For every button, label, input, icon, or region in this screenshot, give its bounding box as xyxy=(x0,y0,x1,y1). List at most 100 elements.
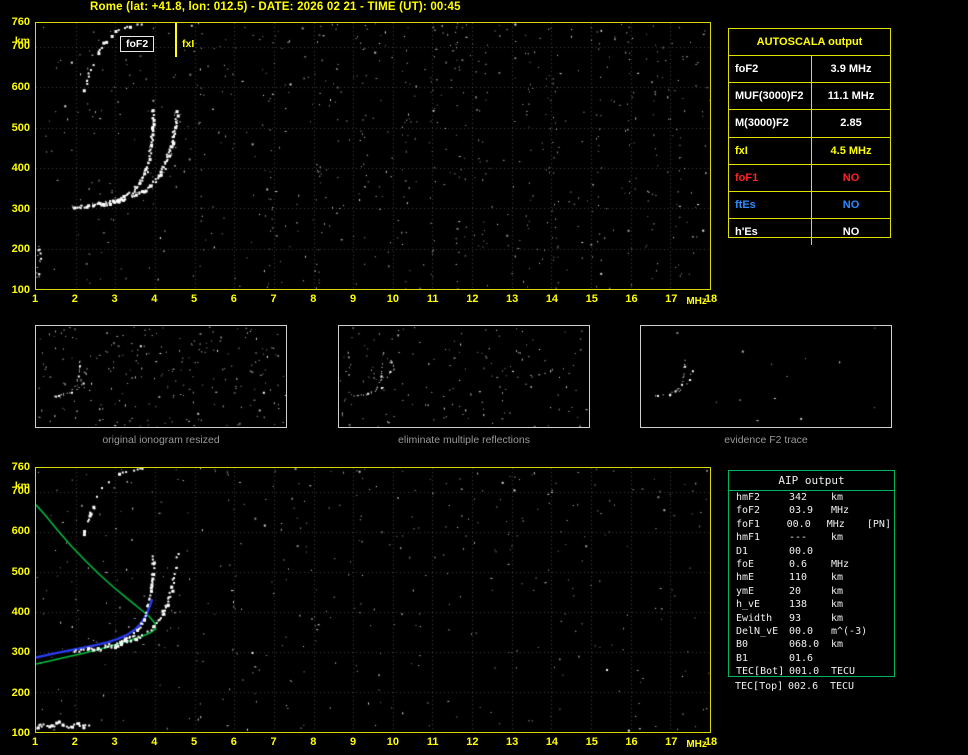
y-axis-tick-bottom: 500 xyxy=(11,565,30,578)
aip-label-hve: h_vE xyxy=(736,599,761,611)
aip-unit-fof2: MHz xyxy=(831,505,850,517)
aip-unit-fof1: MHz xyxy=(826,518,845,530)
autoscala-param-name: ftEs xyxy=(729,191,812,219)
panel-evidence-f2-trace xyxy=(640,325,892,428)
aip-extra-ewidth xyxy=(873,612,894,625)
x-axis-tick-main: 16 xyxy=(625,293,638,305)
x-axis-tick-bottom: 9 xyxy=(350,736,357,748)
aip-unit-tectop: TECU xyxy=(830,681,855,692)
aip-unit-yme: km xyxy=(831,585,844,597)
aip-unit-d1 xyxy=(831,545,873,558)
aip-row-hve: h_vE 138 km xyxy=(729,598,894,611)
aip-label-foe: foE xyxy=(736,558,755,570)
aip-label-tecbot: TEC[Bot] xyxy=(736,666,785,678)
aip-label-ewidth: Ewidth xyxy=(736,612,773,624)
aip-unit-hve: km xyxy=(831,599,844,611)
autoscala-output-screen: Rome (lat: +41.8, lon: 012.5) - DATE: 20… xyxy=(0,0,968,755)
x-axis-tick-main: 12 xyxy=(466,293,479,305)
x-axis-tick-main: 3 xyxy=(111,293,118,305)
aip-extra-tectop xyxy=(872,680,895,693)
x-axis-tick-bottom: 7 xyxy=(270,736,277,748)
x-axis-tick-bottom: 14 xyxy=(545,736,559,748)
autoscala-param-value: NO xyxy=(842,198,860,211)
profile-ionogram-plot xyxy=(35,467,711,733)
panel-original-canvas xyxy=(36,326,286,427)
aip-value-fof1: 00.0 xyxy=(786,518,811,530)
x-axis-tick-bottom: 17 xyxy=(665,736,678,748)
y-axis-tick-bottom: 300 xyxy=(11,646,30,659)
aip-table-header: AIP output xyxy=(729,471,894,491)
aip-label-fof2: foF2 xyxy=(736,505,761,517)
aip-value-yme: 20 xyxy=(789,585,802,597)
aip-label-yme: ymE xyxy=(736,585,755,597)
y-axis-tick-bottom: 760 xyxy=(11,461,30,473)
x-axis-tick-main: 7 xyxy=(270,293,277,305)
x-axis-tick-bottom: 10 xyxy=(386,736,399,748)
y-axis-tick-main: 760 xyxy=(11,16,30,28)
autoscala-param-name: M(3000)F2 xyxy=(729,110,812,137)
page-title: Rome (lat: +41.8, lon: 012.5) - DATE: 20… xyxy=(90,1,461,13)
foF2-trace-label: foF2 xyxy=(120,36,155,52)
aip-extra-delnve xyxy=(873,625,894,638)
autoscala-param-name: MUF(3000)F2 xyxy=(729,83,812,110)
aip-unit-b0: km xyxy=(831,639,844,651)
panel-eliminate-reflections xyxy=(338,325,590,428)
y-axis-tick-main: 200 xyxy=(11,243,30,256)
aip-value-foe: 0.6 xyxy=(789,558,808,570)
autoscala-row-fof1: foF1 NO xyxy=(729,164,890,192)
x-axis-tick-main: 6 xyxy=(230,293,237,305)
aip-label-b0: B0 xyxy=(736,639,749,651)
aip-extra-yme xyxy=(873,585,894,598)
x-axis-tick-main: 8 xyxy=(310,293,317,305)
aip-extra-hve xyxy=(873,598,894,611)
autoscala-param-value: 11.1 MHz xyxy=(827,90,875,103)
panel-original-ionogram xyxy=(35,325,287,428)
x-axis-tick-bottom: 1 xyxy=(31,736,39,748)
autoscala-row-fxi: fxI 4.5 MHz xyxy=(729,137,890,165)
main-ionogram-plot: foF2 fxI xyxy=(35,22,711,290)
aip-row-d1: D1 00.0 xyxy=(729,545,894,558)
x-axis-tick-main: 1 xyxy=(31,293,39,305)
x-axis-tick-main: 15 xyxy=(585,293,598,305)
x-axis-tick-main: 11 xyxy=(426,293,439,305)
aip-label-delnve: DelN_vE xyxy=(736,625,779,637)
aip-unit-hmf2: km xyxy=(831,492,844,503)
y-axis-tick-bottom: 400 xyxy=(11,606,30,619)
autoscala-output-table: AUTOSCALA output foF2 3.9 MHz MUF(3000)F2 1… xyxy=(728,28,891,246)
autoscala-table-rows: foF2 3.9 MHz MUF(3000)F2 11.1 MHz M(3000)F2 2… xyxy=(729,56,890,246)
autoscala-param-value: 4.5 MHz xyxy=(830,144,872,157)
y-axis-unit-main: km xyxy=(14,35,30,47)
aip-row-tectop: TEC[Top] 002.6 TECU xyxy=(728,680,895,693)
aip-label-tectop: TEC[Top] xyxy=(735,681,784,692)
autoscala-param-value: NO xyxy=(842,171,860,184)
main-ionogram-canvas xyxy=(36,23,710,289)
y-axis-tick-main: 600 xyxy=(11,80,30,93)
autoscala-param-value: NO xyxy=(842,226,860,239)
aip-value-hme: 110 xyxy=(789,572,808,584)
y-axis-tick-bottom: 200 xyxy=(11,686,30,699)
aip-value-delnve: 00.0 xyxy=(789,625,814,637)
aip-value-fof2: 03.9 xyxy=(789,505,814,517)
x-axis-tick-main: 17 xyxy=(665,293,678,305)
y-axis-unit-bottom: km xyxy=(14,480,30,492)
aip-value-b0: 068.0 xyxy=(789,639,820,651)
aip-extra-b1 xyxy=(873,652,894,665)
profile-ionogram-canvas xyxy=(36,468,710,732)
x-axis-tick-bottom: 8 xyxy=(310,736,317,748)
autoscala-row-fof2: foF2 3.9 MHz xyxy=(729,56,890,84)
autoscala-param-name: h'Es xyxy=(729,219,812,246)
aip-value-d1: 00.0 xyxy=(789,545,814,557)
fxI-trace-label: fxI xyxy=(182,38,195,50)
x-axis-tick-main: 9 xyxy=(350,293,357,305)
panel-reflections-canvas xyxy=(339,326,589,427)
aip-label-hme: hmE xyxy=(736,572,755,584)
aip-label-hmf2: hmF2 xyxy=(736,492,761,503)
x-axis-tick-main: 13 xyxy=(506,293,519,305)
aip-row-ewidth: Ewidth 93 km xyxy=(729,612,894,625)
aip-row-b0: B0 068.0 km xyxy=(729,638,894,651)
aip-extra-foe xyxy=(873,558,894,571)
y-axis-tick-main: 500 xyxy=(11,121,30,134)
x-axis-tick-bottom: 5 xyxy=(190,736,198,748)
aip-row-delnve: DelN_vE 00.0 m^(-3) xyxy=(729,625,894,638)
autoscala-param-name: foF2 xyxy=(729,56,812,83)
